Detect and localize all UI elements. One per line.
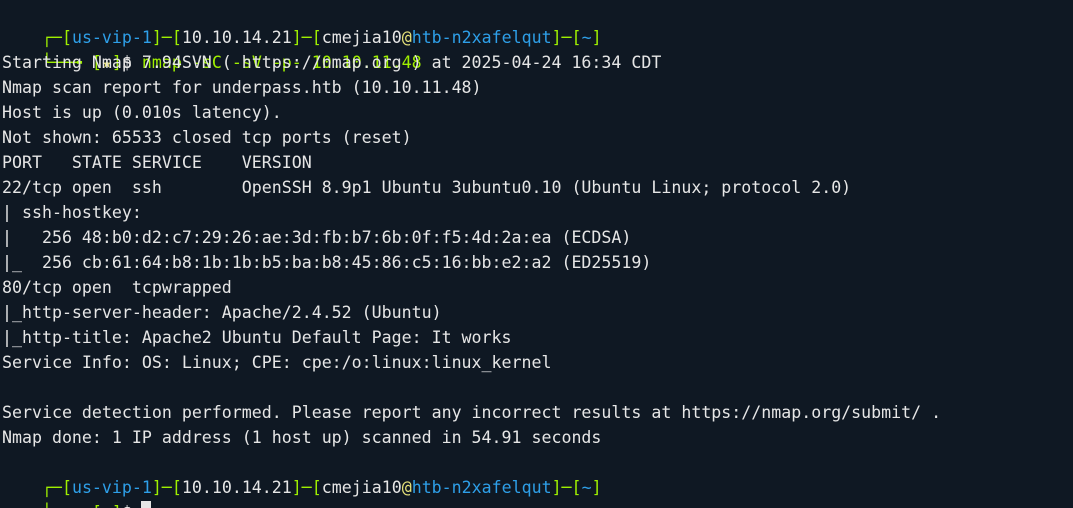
output-line: PORT STATE SERVICE VERSION xyxy=(2,153,312,172)
terminal-window[interactable]: ┌─[us-vip-1]─[10.10.14.21]─[cmejia10@htb… xyxy=(0,0,1073,508)
prompt-at: @ xyxy=(401,478,412,497)
output-line: Nmap done: 1 IP address (1 host up) scan… xyxy=(2,428,602,447)
output-line: |_ 256 cb:61:64:b8:1b:1b:b5:ba:b8:45:86:… xyxy=(2,253,652,272)
prompt-host: htb-n2xafelqut xyxy=(411,28,552,47)
prompt-header-2: ┌─[us-vip-1]─[10.10.14.21]─[cmejia10@htb… xyxy=(41,478,602,497)
star-icon: ★ xyxy=(102,503,112,508)
prompt-ip: 10.10.14.21 xyxy=(181,478,292,497)
text-cursor[interactable] xyxy=(140,501,151,508)
prompt-user: cmejia10 xyxy=(321,478,402,497)
output-line: Service Info: OS: Linux; CPE: cpe:/o:lin… xyxy=(2,353,552,372)
prompt-dir: ~ xyxy=(581,478,592,497)
output-line: Starting Nmap 7.94SVN ( https://nmap.org… xyxy=(2,53,662,72)
output-line: |_http-server-header: Apache/2.4.52 (Ubu… xyxy=(2,303,442,322)
output-line: | ssh-hostkey: xyxy=(2,203,152,222)
prompt-command-line-2[interactable]: └──╼ [★]$ xyxy=(2,475,151,508)
prompt-dollar: $ xyxy=(122,503,132,508)
prompt-host: htb-n2xafelqut xyxy=(411,478,552,497)
output-line: Not shown: 65533 closed tcp ports (reset… xyxy=(2,128,412,147)
output-line: 80/tcp open tcpwrapped xyxy=(2,278,232,297)
output-line: Nmap scan report for underpass.htb (10.1… xyxy=(2,78,482,97)
output-line: 22/tcp open ssh OpenSSH 8.9p1 Ubuntu 3ub… xyxy=(2,178,852,197)
output-line: Service detection performed. Please repo… xyxy=(2,403,942,422)
output-line: |_http-title: Apache2 Ubuntu Default Pag… xyxy=(2,328,512,347)
prompt-command-line-1: └──╼ [★]$ nmap -sC -sV -p- 10.10.11.48 xyxy=(41,53,422,72)
prompt-header-1: ┌─[us-vip-1]─[10.10.14.21]─[cmejia10@htb… xyxy=(41,28,602,47)
output-line: | 256 48:b0:d2:c7:29:26:ae:3d:fb:b7:6b:0… xyxy=(2,228,632,247)
output-line: Host is up (0.010s latency). xyxy=(2,103,282,122)
prompt-dir: ~ xyxy=(581,28,592,47)
